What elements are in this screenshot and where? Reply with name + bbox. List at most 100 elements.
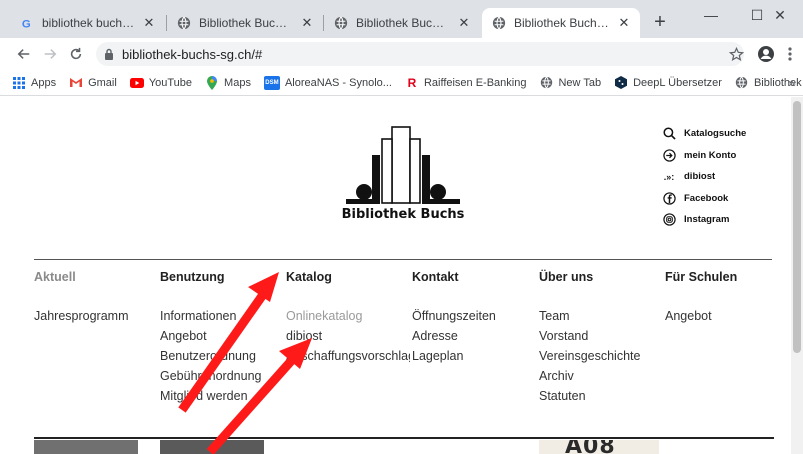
lock-icon xyxy=(104,48,114,60)
quick-link-dibiost[interactable]: .»: dibiost xyxy=(662,166,792,188)
nav-heading-ueber-uns[interactable]: Über uns xyxy=(539,269,640,289)
nav-link-jahresprogramm[interactable]: Jahresprogramm xyxy=(34,307,128,327)
close-window-button[interactable]: ✕ xyxy=(757,0,803,30)
tile-text: A08 xyxy=(565,440,616,454)
bookmark-gmail[interactable]: Gmail xyxy=(69,76,117,90)
browser-menu-button[interactable] xyxy=(780,44,800,64)
nav-heading-aktuell[interactable]: Aktuell xyxy=(34,269,128,289)
nav-link-benutzerordnung[interactable]: Benutzerordnung xyxy=(160,347,261,367)
nav-link-vereinsgeschichte[interactable]: Vereinsgeschichte xyxy=(539,347,640,367)
new-tab-button[interactable]: + xyxy=(649,12,671,34)
tab-active-bibliothek-buchs-sg[interactable]: Bibliothek Buchs SG ✕ xyxy=(482,8,640,38)
bookmark-label: Gmail xyxy=(88,76,117,89)
nav-link-mitglied-werden[interactable]: Mitglied werden xyxy=(160,387,261,407)
scrollbar-thumb[interactable] xyxy=(793,101,801,353)
search-icon xyxy=(662,127,676,141)
quick-links: Katalogsuche mein Konto .»: dibiost Face… xyxy=(662,123,792,231)
quick-link-katalogsuche[interactable]: Katalogsuche xyxy=(662,123,792,145)
kebab-menu-icon xyxy=(788,47,792,61)
nav-link-vorstand[interactable]: Vorstand xyxy=(539,327,640,347)
tab-bibliothek-online-katalog[interactable]: Bibliothek Buchs Online K ✕ xyxy=(324,8,480,38)
maps-pin-icon xyxy=(205,75,219,90)
nav-link-team[interactable]: Team xyxy=(539,307,640,327)
nav-link-archiv[interactable]: Archiv xyxy=(539,367,640,387)
bookmark-star-button[interactable] xyxy=(726,44,746,64)
nav-link-angebot[interactable]: Angebot xyxy=(160,327,261,347)
tab-bibliothek-buchs-sg[interactable]: Bibliothek Buchs SG ✕ xyxy=(167,8,323,38)
bookmark-apps[interactable]: Apps xyxy=(12,76,56,90)
login-icon xyxy=(662,148,676,162)
bookmarks-overflow-button[interactable]: » xyxy=(788,76,795,90)
bookmark-label: YouTube xyxy=(148,76,193,89)
nav-column-aktuell: Aktuell Jahresprogramm xyxy=(34,269,128,327)
apps-grid-icon xyxy=(12,76,26,90)
close-icon[interactable]: ✕ xyxy=(299,15,315,31)
reload-icon xyxy=(70,47,82,60)
quick-link-instagram[interactable]: Instagram xyxy=(662,209,792,231)
nav-heading-katalog[interactable]: Katalog xyxy=(286,269,410,289)
close-icon[interactable]: ✕ xyxy=(456,15,472,31)
content-tile[interactable] xyxy=(160,440,264,454)
browser-toolbar: bibliothek-buchs-sg.ch/# xyxy=(0,38,803,70)
quick-link-label: Facebook xyxy=(684,192,729,204)
nav-link-statuten[interactable]: Statuten xyxy=(539,387,640,407)
reload-button[interactable] xyxy=(66,44,86,64)
close-icon[interactable]: ✕ xyxy=(141,15,157,31)
quick-link-mein-konto[interactable]: mein Konto xyxy=(662,145,792,167)
nav-column-katalog: Katalog Onlinekatalog dibiost Anschaffun… xyxy=(286,269,410,367)
tab-strip: G bibliothek buchs sg - Go ✕ Bibliothek … xyxy=(0,0,803,38)
globe-icon xyxy=(492,16,506,30)
tab-title: bibliothek buchs sg - Go xyxy=(42,16,135,30)
nav-link-oeffnungszeiten[interactable]: Öffnungszeiten xyxy=(412,307,496,327)
bookmark-deepl[interactable]: DeepL Übersetzer xyxy=(614,76,722,90)
instagram-icon xyxy=(662,213,676,227)
bookmark-youtube[interactable]: YouTube xyxy=(129,76,193,90)
nav-link-adresse[interactable]: Adresse xyxy=(412,327,496,347)
close-icon[interactable]: ✕ xyxy=(616,15,632,31)
address-bar[interactable]: bibliothek-buchs-sg.ch/# xyxy=(96,42,744,66)
nav-column-fuer-schulen: Für Schulen Angebot xyxy=(665,269,737,327)
bookmark-label: Apps xyxy=(31,76,57,89)
nav-column-ueber-uns: Über uns Team Vorstand Vereinsgeschichte… xyxy=(539,269,640,407)
google-icon: G xyxy=(20,16,34,30)
nav-heading-fuer-schulen[interactable]: Für Schulen xyxy=(665,269,737,289)
tab-google-search[interactable]: G bibliothek buchs sg - Go ✕ xyxy=(10,8,165,38)
content-tile[interactable]: A08 xyxy=(539,440,659,454)
bookmark-label: Bibliothek Buchs SG xyxy=(753,76,803,89)
minimize-button[interactable]: — xyxy=(688,0,734,30)
nav-link-informationen[interactable]: Informationen xyxy=(160,307,261,327)
nav-link-lageplan[interactable]: Lageplan xyxy=(412,347,496,367)
bookmark-maps[interactable]: Maps xyxy=(205,75,251,90)
bookmark-aloreanas[interactable]: DSM AloreaNAS - Synolo... xyxy=(263,75,392,90)
svg-text:G: G xyxy=(21,18,30,29)
nav-column-kontakt: Kontakt Öffnungszeiten Adresse Lageplan xyxy=(412,269,496,367)
globe-icon xyxy=(177,16,191,30)
back-button[interactable] xyxy=(14,44,34,64)
arrow-right-icon xyxy=(44,49,57,59)
nav-link-dibiost[interactable]: dibiost xyxy=(286,327,410,347)
nav-link-anschaffungsvorschlag[interactable]: Anschaffungsvorschlag xyxy=(286,347,410,367)
nav-link-onlinekatalog[interactable]: Onlinekatalog xyxy=(286,307,410,327)
globe-icon xyxy=(334,16,348,30)
tab-title: Bibliothek Buchs Online K xyxy=(356,16,450,30)
profile-button[interactable] xyxy=(756,44,776,64)
address-url: bibliothek-buchs-sg.ch/# xyxy=(122,46,263,62)
bookmark-label: New Tab xyxy=(558,76,602,89)
forward-button[interactable] xyxy=(40,44,60,64)
quick-link-facebook[interactable]: Facebook xyxy=(662,188,792,210)
globe-icon xyxy=(539,76,553,90)
bookmark-raiffeisen[interactable]: R Raiffeisen E-Banking xyxy=(405,76,527,90)
nav-link-gebuehrenordnung[interactable]: Gebührenordnung xyxy=(160,367,261,387)
quick-link-label: dibiost xyxy=(684,171,716,183)
tab-title: Bibliothek Buchs SG xyxy=(199,16,293,30)
website-page: Bibliothek Buchs Katalogsuche mein Konto… xyxy=(0,97,803,454)
content-divider xyxy=(34,437,774,439)
quick-link-label: Katalogsuche xyxy=(684,128,747,140)
nav-heading-benutzung[interactable]: Benutzung xyxy=(160,269,261,289)
library-name[interactable]: Bibliothek Buchs xyxy=(330,207,476,222)
bookmark-new-tab[interactable]: New Tab xyxy=(539,76,601,90)
nav-heading-kontakt[interactable]: Kontakt xyxy=(412,269,496,289)
content-tile[interactable] xyxy=(34,440,138,454)
nav-link-schulen-angebot[interactable]: Angebot xyxy=(665,307,737,327)
nav-column-benutzung: Benutzung Informationen Angebot Benutzer… xyxy=(160,269,261,407)
